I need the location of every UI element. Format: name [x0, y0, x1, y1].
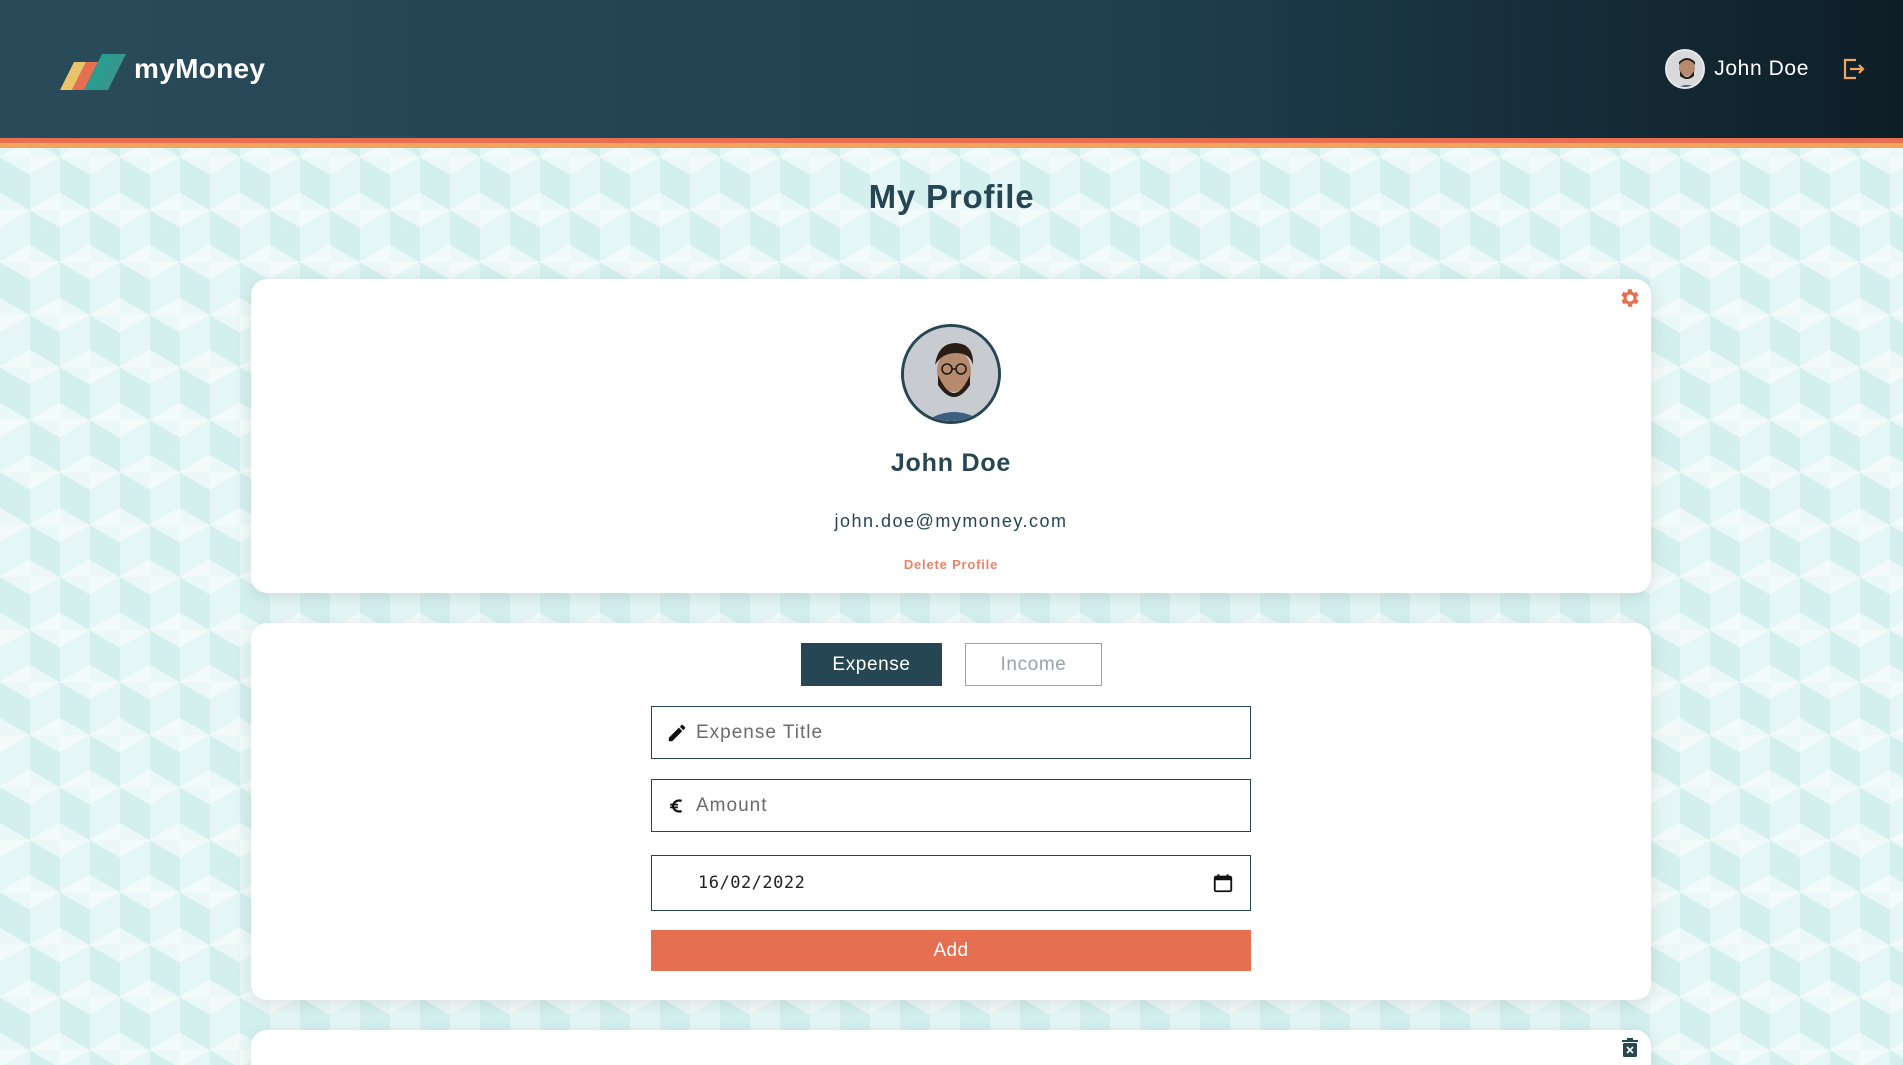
profile-photo: [904, 327, 998, 421]
avatar[interactable]: [1665, 49, 1706, 89]
amount-field[interactable]: [651, 779, 1251, 832]
tab-expense[interactable]: Expense: [801, 643, 942, 686]
header-accent-stripe: [0, 138, 1903, 148]
logout-icon[interactable]: [1841, 56, 1867, 82]
pencil-icon: [668, 724, 686, 741]
profile-avatar: [901, 324, 1001, 424]
transactions-card: [251, 1030, 1651, 1065]
add-button[interactable]: Add: [651, 930, 1251, 971]
header-username[interactable]: John Doe: [1714, 57, 1809, 81]
user-avatar-image: [1667, 51, 1704, 87]
profile-name: John Doe: [890, 449, 1012, 477]
add-transaction-card: Expense Income 16/02/2022 Add: [251, 623, 1651, 1000]
trash-icon[interactable]: [1621, 1038, 1639, 1058]
date-field[interactable]: 16/02/2022: [651, 855, 1251, 911]
date-value[interactable]: 16/02/2022: [698, 873, 1212, 893]
profile-email: john.doe@mymoney.com: [834, 511, 1068, 531]
top-navbar: myMoney John Doe: [0, 0, 1903, 138]
tab-income[interactable]: Income: [965, 643, 1102, 686]
brand-name: myMoney: [134, 53, 266, 84]
page-title: My Profile: [868, 178, 1035, 215]
logo-mark-icon: [60, 54, 126, 90]
expense-title-field[interactable]: [651, 706, 1251, 759]
amount-input[interactable]: [696, 780, 1250, 831]
calendar-icon[interactable]: [1212, 872, 1234, 894]
profile-card: John Doe john.doe@mymoney.com Delete Pro…: [251, 279, 1651, 593]
euro-icon: [670, 798, 682, 813]
brand-logo[interactable]: myMoney: [60, 48, 265, 90]
gear-icon[interactable]: [1618, 286, 1642, 310]
expense-title-input[interactable]: [696, 707, 1250, 758]
user-menu: John Doe: [1665, 49, 1903, 89]
delete-profile-link[interactable]: Delete Profile: [251, 557, 1651, 572]
